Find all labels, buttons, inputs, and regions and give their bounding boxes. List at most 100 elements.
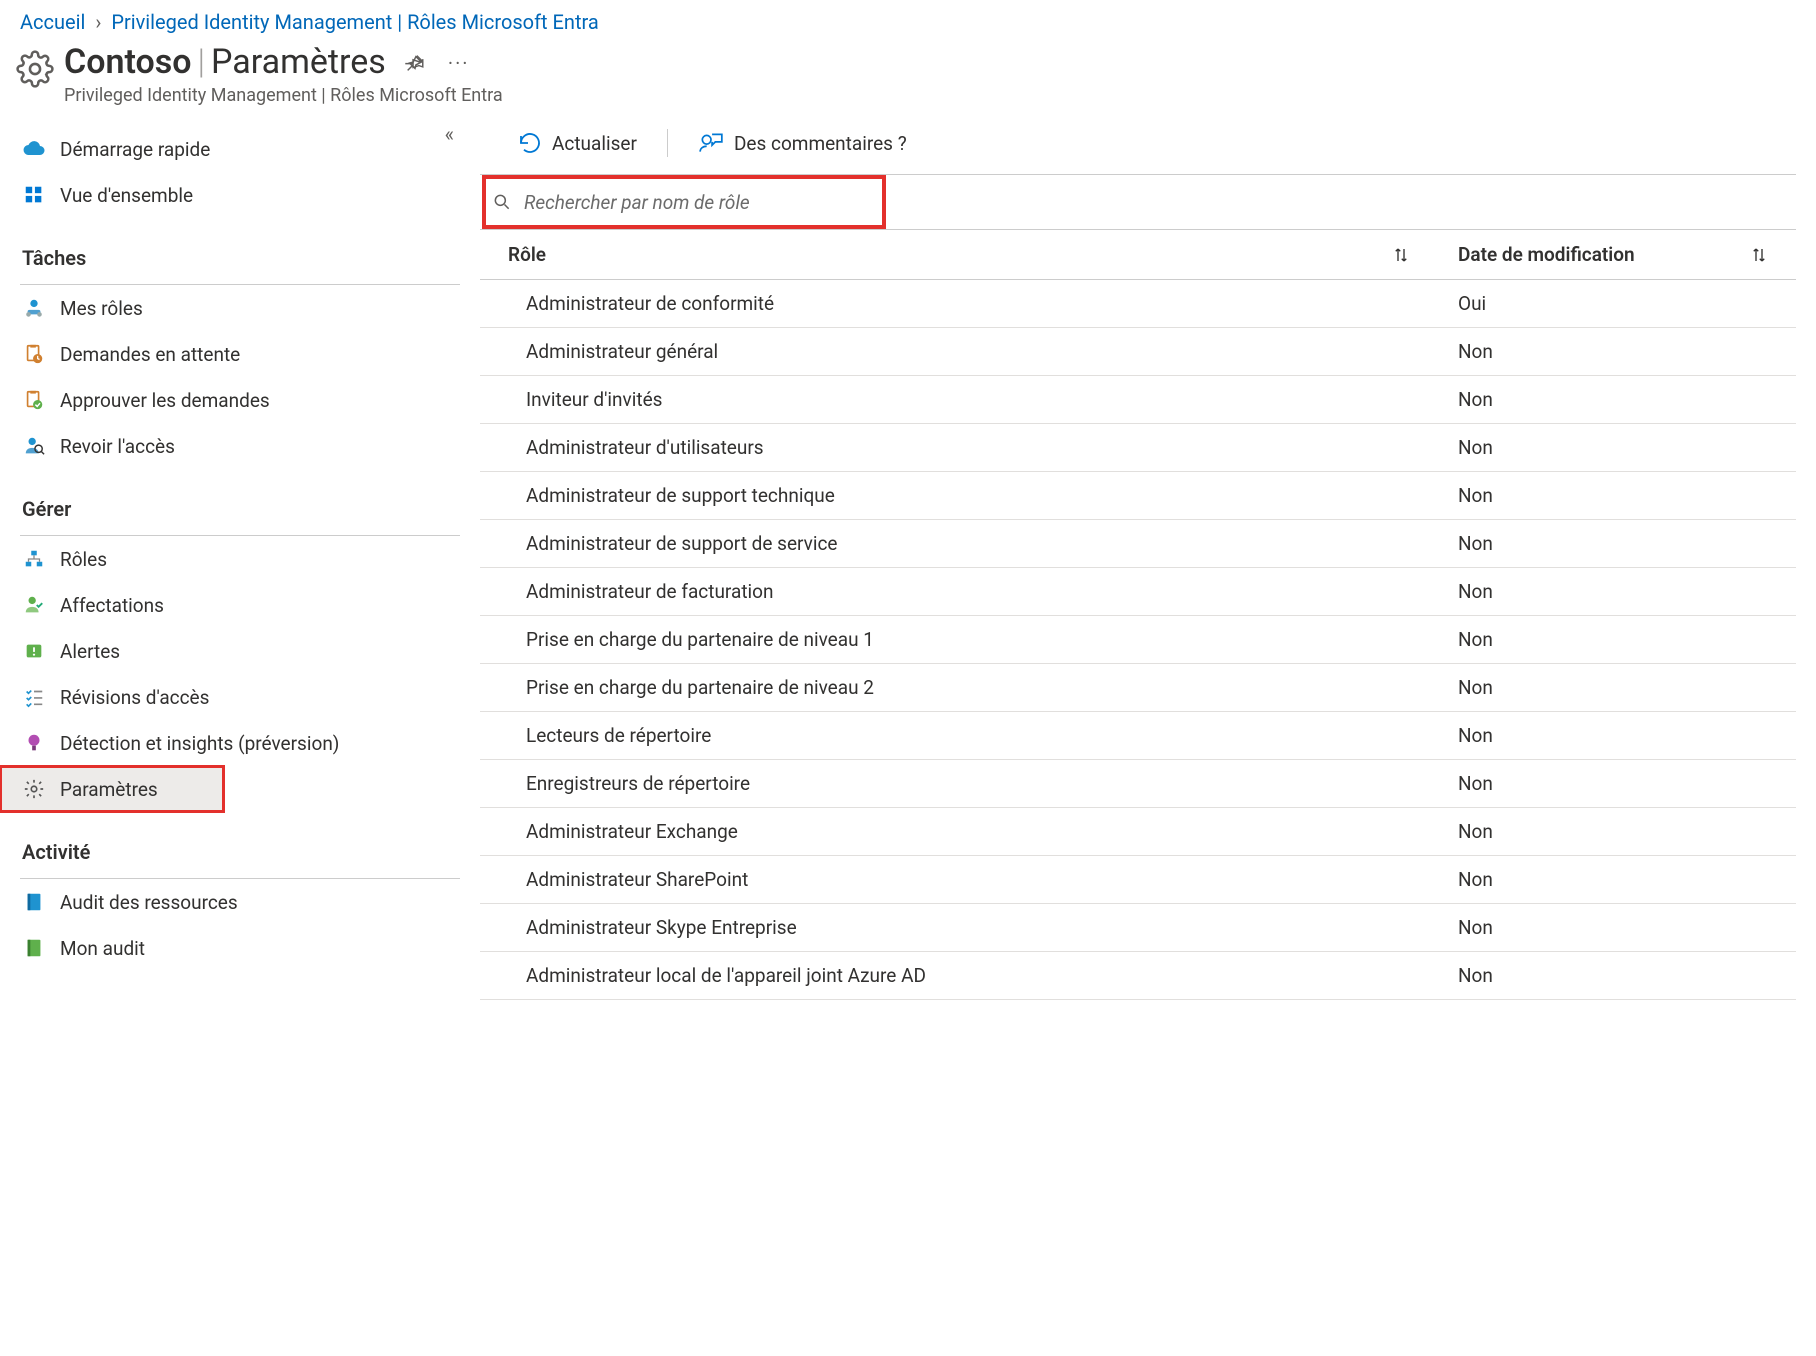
breadcrumb-home[interactable]: Accueil bbox=[20, 10, 85, 34]
cell-modified: Non bbox=[1438, 388, 1750, 411]
roles-table: Rôle Date de modification Administrateur… bbox=[480, 230, 1796, 1000]
cell-role: Administrateur de support de service bbox=[480, 532, 1392, 555]
cell-modified: Non bbox=[1438, 436, 1750, 459]
table-row[interactable]: Enregistreurs de répertoireNon bbox=[480, 760, 1796, 808]
sidebar-item-settings[interactable]: Paramètres bbox=[0, 766, 224, 812]
table-row[interactable]: Administrateur de conformité Oui bbox=[480, 280, 1796, 328]
cell-modified: Non bbox=[1438, 676, 1750, 699]
table-row[interactable]: Lecteurs de répertoireNon bbox=[480, 712, 1796, 760]
cell-role: Administrateur de support technique bbox=[480, 484, 1392, 507]
table-row[interactable]: Administrateur de support technique Non bbox=[480, 472, 1796, 520]
table-row[interactable]: Prise en charge du partenaire de niveau … bbox=[480, 616, 1796, 664]
cell-role: Administrateur général bbox=[480, 340, 1392, 363]
person-roles-icon bbox=[22, 296, 46, 320]
refresh-button[interactable]: Actualiser bbox=[508, 127, 647, 159]
sidebar-section-tasks: Tâches bbox=[0, 218, 480, 278]
table-row[interactable]: Inviteur d'invités Non bbox=[480, 376, 1796, 424]
cell-role: Prise en charge du partenaire de niveau … bbox=[480, 628, 1392, 651]
table-row[interactable]: Prise en charge du partenaire de niveau … bbox=[480, 664, 1796, 712]
sidebar-item-label: Approuver les demandes bbox=[60, 389, 270, 412]
sidebar-item-roles[interactable]: Rôles bbox=[0, 536, 480, 582]
sidebar-item-label: Audit des ressources bbox=[60, 891, 238, 914]
sidebar-item-approve-requests[interactable]: Approuver les demandes bbox=[0, 377, 480, 423]
alert-icon bbox=[22, 639, 46, 663]
table-row[interactable]: Administrateur ExchangeNon bbox=[480, 808, 1796, 856]
sort-modified-icon[interactable] bbox=[1750, 246, 1796, 264]
grid-icon bbox=[22, 183, 46, 207]
table-row[interactable]: Administrateur Skype EntrepriseNon bbox=[480, 904, 1796, 952]
cell-modified: Non bbox=[1438, 484, 1750, 507]
cell-modified: Oui bbox=[1438, 292, 1750, 315]
button-label: Des commentaires ? bbox=[734, 132, 907, 155]
book-green-icon bbox=[22, 936, 46, 960]
cell-modified: Non bbox=[1438, 964, 1750, 987]
sidebar-item-label: Détection et insights (préversion) bbox=[60, 732, 339, 755]
search-icon bbox=[492, 192, 512, 212]
table-row[interactable]: Administrateur de facturationNon bbox=[480, 568, 1796, 616]
main-content: Actualiser Des commentaires ? Rôle bbox=[480, 116, 1816, 1000]
sidebar-item-label: Affectations bbox=[60, 594, 164, 617]
gear-icon bbox=[16, 50, 54, 88]
sidebar-section-manage: Gérer bbox=[0, 469, 480, 529]
person-review-icon bbox=[22, 434, 46, 458]
toolbar: Actualiser Des commentaires ? bbox=[480, 116, 1796, 174]
cell-role: Enregistreurs de répertoire bbox=[480, 772, 1392, 795]
sidebar-item-quickstart[interactable]: Démarrage rapide bbox=[0, 126, 480, 172]
checklist-icon bbox=[22, 685, 46, 709]
lightbulb-icon bbox=[22, 731, 46, 755]
sidebar-item-label: Révisions d'accès bbox=[60, 686, 209, 709]
more-icon[interactable]: ··· bbox=[444, 51, 474, 75]
page-subtitle: Privileged Identity Management | Rôles M… bbox=[64, 85, 503, 106]
sidebar-item-resource-audit[interactable]: Audit des ressources bbox=[0, 879, 480, 925]
cell-modified: Non bbox=[1438, 532, 1750, 555]
sidebar-item-label: Mon audit bbox=[60, 937, 145, 960]
breadcrumb-current[interactable]: Privileged Identity Management | Rôles M… bbox=[111, 10, 598, 34]
cell-role: Administrateur de conformité bbox=[480, 292, 1392, 315]
sidebar-item-label: Paramètres bbox=[60, 778, 158, 801]
sidebar-item-alerts[interactable]: Alertes bbox=[0, 628, 480, 674]
sidebar-item-detection[interactable]: Détection et insights (préversion) bbox=[0, 720, 480, 766]
collapse-sidebar-icon[interactable]: « bbox=[445, 122, 448, 146]
sidebar: « Démarrage rapide Vue d'ensemble Tâches… bbox=[0, 116, 480, 1000]
clipboard-check-icon bbox=[22, 388, 46, 412]
cell-role: Prise en charge du partenaire de niveau … bbox=[480, 676, 1392, 699]
search-input[interactable] bbox=[522, 190, 842, 215]
search-bar bbox=[480, 174, 1796, 230]
sidebar-item-label: Mes rôles bbox=[60, 297, 143, 320]
table-row[interactable]: Administrateur général Non bbox=[480, 328, 1796, 376]
table-row[interactable]: Administrateur SharePointNon bbox=[480, 856, 1796, 904]
sidebar-item-access-reviews[interactable]: Révisions d'accès bbox=[0, 674, 480, 720]
cell-role: Administrateur SharePoint bbox=[480, 868, 1392, 891]
cell-role: Administrateur local de l'appareil joint… bbox=[480, 964, 1392, 987]
org-icon bbox=[22, 547, 46, 571]
sidebar-item-label: Vue d'ensemble bbox=[60, 184, 193, 207]
sidebar-item-label: Alertes bbox=[60, 640, 120, 663]
breadcrumb: Accueil › Privileged Identity Management… bbox=[0, 0, 1816, 40]
cell-role: Administrateur Skype Entreprise bbox=[480, 916, 1392, 939]
table-row[interactable]: Administrateur local de l'appareil joint… bbox=[480, 952, 1796, 1000]
table-row[interactable]: Administrateur d'utilisateursNon bbox=[480, 424, 1796, 472]
pin-icon[interactable] bbox=[404, 52, 426, 74]
sidebar-item-label: Démarrage rapide bbox=[60, 138, 210, 161]
table-row[interactable]: Administrateur de support de service Non bbox=[480, 520, 1796, 568]
sidebar-item-my-roles[interactable]: Mes rôles bbox=[0, 285, 480, 331]
button-label: Actualiser bbox=[552, 132, 637, 155]
sidebar-item-label: Rôles bbox=[60, 548, 107, 571]
sidebar-item-pending-requests[interactable]: Demandes en attente bbox=[0, 331, 480, 377]
sidebar-item-my-audit[interactable]: Mon audit bbox=[0, 925, 480, 971]
sidebar-item-label: Demandes en attente bbox=[60, 343, 240, 366]
cell-role: Inviteur d'invités bbox=[480, 388, 1392, 411]
cell-modified: Non bbox=[1438, 340, 1750, 363]
sort-role-icon[interactable] bbox=[1392, 246, 1438, 264]
person-check-icon bbox=[22, 593, 46, 617]
page-header: Contoso|Paramètres ··· Privileged Identi… bbox=[0, 40, 1816, 116]
book-icon bbox=[22, 890, 46, 914]
sidebar-item-overview[interactable]: Vue d'ensemble bbox=[0, 172, 480, 218]
clipboard-clock-icon bbox=[22, 342, 46, 366]
sidebar-item-review-access[interactable]: Revoir l'accès bbox=[0, 423, 480, 469]
cell-role: Administrateur de facturation bbox=[480, 580, 1392, 603]
sidebar-item-assignments[interactable]: Affectations bbox=[0, 582, 480, 628]
column-role[interactable]: Rôle bbox=[480, 243, 1392, 266]
feedback-button[interactable]: Des commentaires ? bbox=[688, 126, 917, 160]
column-modified[interactable]: Date de modification bbox=[1438, 243, 1750, 266]
